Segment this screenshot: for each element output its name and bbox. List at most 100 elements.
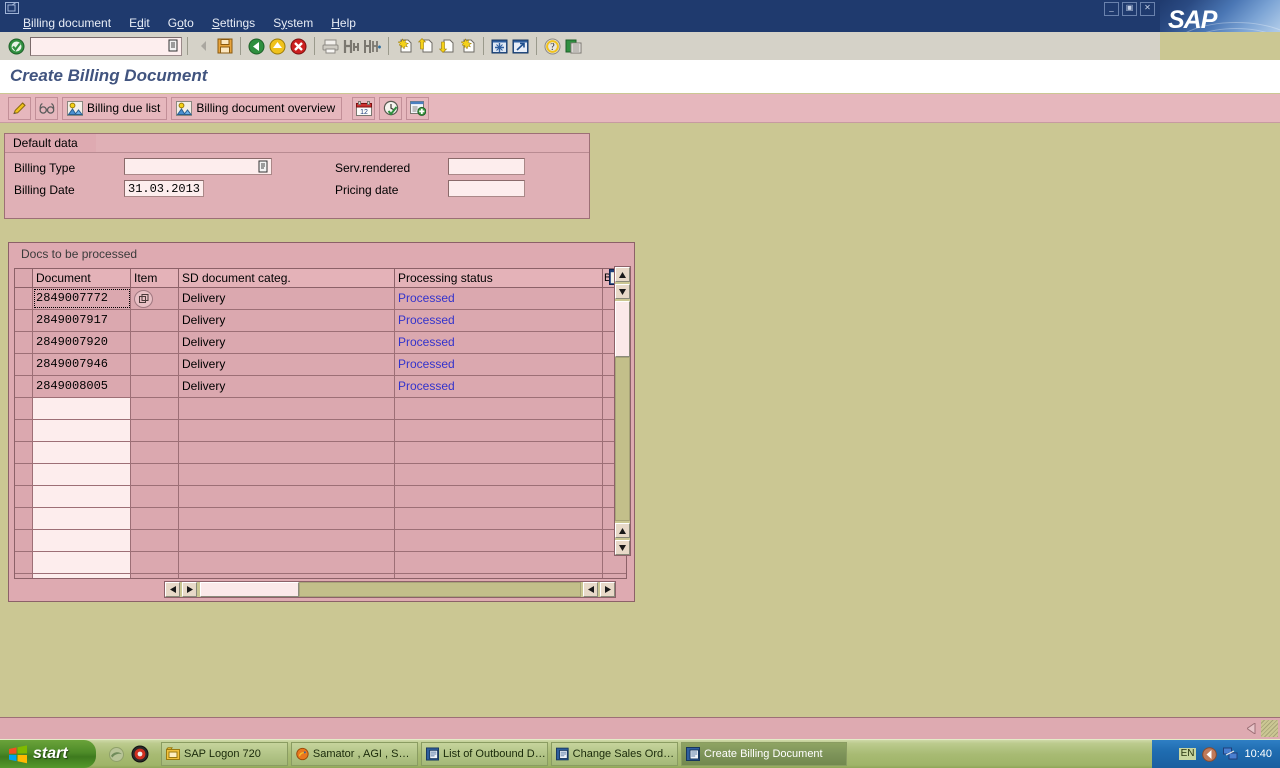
cell-status-empty-2[interactable] [395, 442, 603, 463]
close-button[interactable]: ✕ [1140, 2, 1155, 16]
scroll-left-arrow[interactable] [165, 582, 180, 597]
cell-item-4[interactable] [131, 376, 179, 397]
scroll-right-arrow[interactable] [182, 582, 197, 597]
create-document-button[interactable] [406, 96, 430, 120]
cell-category-3[interactable]: Delivery [179, 354, 395, 375]
start-button[interactable]: start [0, 740, 96, 768]
cell-category-2[interactable]: Delivery [179, 332, 395, 353]
status-link[interactable]: Processed [398, 357, 455, 371]
billing-due-list-button[interactable]: Billing due list [62, 96, 168, 120]
value-help-icon[interactable] [258, 160, 269, 173]
cell-item-empty-6[interactable] [131, 530, 179, 551]
cell-category-empty-1[interactable] [179, 420, 395, 441]
scroll-track-lower[interactable] [615, 357, 630, 521]
print-icon[interactable] [320, 36, 341, 57]
cell-document-0[interactable]: 2849007772 [33, 288, 131, 309]
cell-document-empty-2[interactable] [33, 442, 131, 463]
status-link[interactable]: Processed [398, 291, 455, 305]
cell-document-empty-1[interactable] [33, 420, 131, 441]
table-row[interactable]: 2849007920 Delivery Processed [15, 332, 626, 354]
cell-document-empty-7[interactable] [33, 552, 131, 573]
cell-document-empty-0[interactable] [33, 398, 131, 419]
row-selector-2[interactable] [15, 332, 33, 353]
media-player-icon[interactable] [131, 745, 149, 763]
row-selector-empty-1[interactable] [15, 420, 33, 441]
cell-status-3[interactable]: Processed [395, 354, 603, 375]
resize-grip[interactable] [1261, 720, 1278, 737]
table-row[interactable] [15, 420, 626, 442]
enter-check-icon[interactable] [6, 36, 27, 57]
cell-document-2[interactable]: 2849007920 [33, 332, 131, 353]
table-row[interactable]: 2849007772 Delivery Processed [15, 288, 626, 310]
network-icon[interactable] [1223, 747, 1238, 761]
row-selector-empty-2[interactable] [15, 442, 33, 463]
cell-item-empty-1[interactable] [131, 420, 179, 441]
scroll-down-arrow[interactable] [615, 284, 630, 299]
cell-item-1[interactable] [131, 310, 179, 331]
cancel-red-x-icon[interactable] [288, 36, 309, 57]
cell-status-empty-0[interactable] [395, 398, 603, 419]
header-item[interactable]: Item [131, 269, 179, 287]
cell-status-empty-3[interactable] [395, 464, 603, 485]
command-field[interactable] [30, 36, 182, 56]
table-row[interactable]: 2849008005 Delivery Processed [15, 376, 626, 398]
task-outbound-deliveries[interactable]: List of Outbound Deli... [421, 742, 548, 766]
previous-page-icon[interactable] [415, 36, 436, 57]
menu-goto[interactable]: Goto [159, 15, 203, 31]
hscroll-thumb[interactable] [200, 582, 299, 597]
billing-document-overview-button[interactable]: Billing document overview [171, 96, 343, 120]
cell-item-empty-0[interactable] [131, 398, 179, 419]
menu-billing-document[interactable]: Billing document [14, 15, 120, 31]
header-sd-document-categ[interactable]: SD document categ. [179, 269, 395, 287]
row-selector-0[interactable] [15, 288, 33, 309]
edit-pencil-button[interactable] [8, 96, 31, 120]
cell-category-empty-8[interactable] [179, 574, 395, 578]
cell-document-1[interactable]: 2849007917 [33, 310, 131, 331]
row-selector-1[interactable] [15, 310, 33, 331]
table-row[interactable] [15, 486, 626, 508]
row-selector-empty-6[interactable] [15, 530, 33, 551]
cell-item-empty-3[interactable] [131, 464, 179, 485]
cell-item-0[interactable] [131, 288, 179, 309]
restore-button[interactable]: ▣ [1122, 2, 1137, 16]
row-selector-empty-7[interactable] [15, 552, 33, 573]
cell-status-empty-1[interactable] [395, 420, 603, 441]
next-page-icon[interactable] [436, 36, 457, 57]
header-processing-status[interactable]: Processing status [395, 269, 603, 287]
minimize-button[interactable]: _ [1104, 2, 1119, 16]
cell-category-1[interactable]: Delivery [179, 310, 395, 331]
cell-document-empty-5[interactable] [33, 508, 131, 529]
menu-help[interactable]: Help [322, 15, 365, 31]
hscroll-track[interactable] [299, 582, 581, 597]
menu-edit[interactable]: Edit [120, 15, 159, 31]
calendar-button[interactable]: 12 [352, 96, 376, 120]
row-selector-3[interactable] [15, 354, 33, 375]
cell-item-empty-2[interactable] [131, 442, 179, 463]
last-page-icon[interactable] [457, 36, 478, 57]
back-nav-icon[interactable] [193, 36, 214, 57]
scroll-up-arrow[interactable] [615, 267, 630, 282]
table-row[interactable]: 2849007917 Delivery Processed [15, 310, 626, 332]
cell-status-empty-4[interactable] [395, 486, 603, 507]
billing-type-field[interactable] [124, 158, 272, 175]
status-collapse-arrow[interactable] [1247, 723, 1256, 734]
cell-category-empty-0[interactable] [179, 398, 395, 419]
volume-icon[interactable] [1202, 746, 1218, 762]
ie-icon[interactable] [108, 746, 125, 763]
cell-status-empty-7[interactable] [395, 552, 603, 573]
cell-category-empty-6[interactable] [179, 530, 395, 551]
row-selector-empty-8[interactable] [15, 574, 33, 578]
first-page-icon[interactable] [394, 36, 415, 57]
create-session-icon[interactable] [489, 36, 510, 57]
status-link[interactable]: Processed [398, 335, 455, 349]
clock-check-button[interactable] [379, 96, 403, 120]
task-create-billing-document[interactable]: Create Billing Document [681, 742, 847, 766]
row-selector-empty-3[interactable] [15, 464, 33, 485]
cell-document-3[interactable]: 2849007946 [33, 354, 131, 375]
scroll-thumb[interactable] [615, 301, 630, 357]
cell-status-empty-5[interactable] [395, 508, 603, 529]
grid-horizontal-scrollbar[interactable] [164, 581, 616, 598]
create-shortcut-icon[interactable] [510, 36, 531, 57]
cell-item-empty-7[interactable] [131, 552, 179, 573]
task-firefox[interactable]: Samator , AGI , SGI -... [291, 742, 418, 766]
